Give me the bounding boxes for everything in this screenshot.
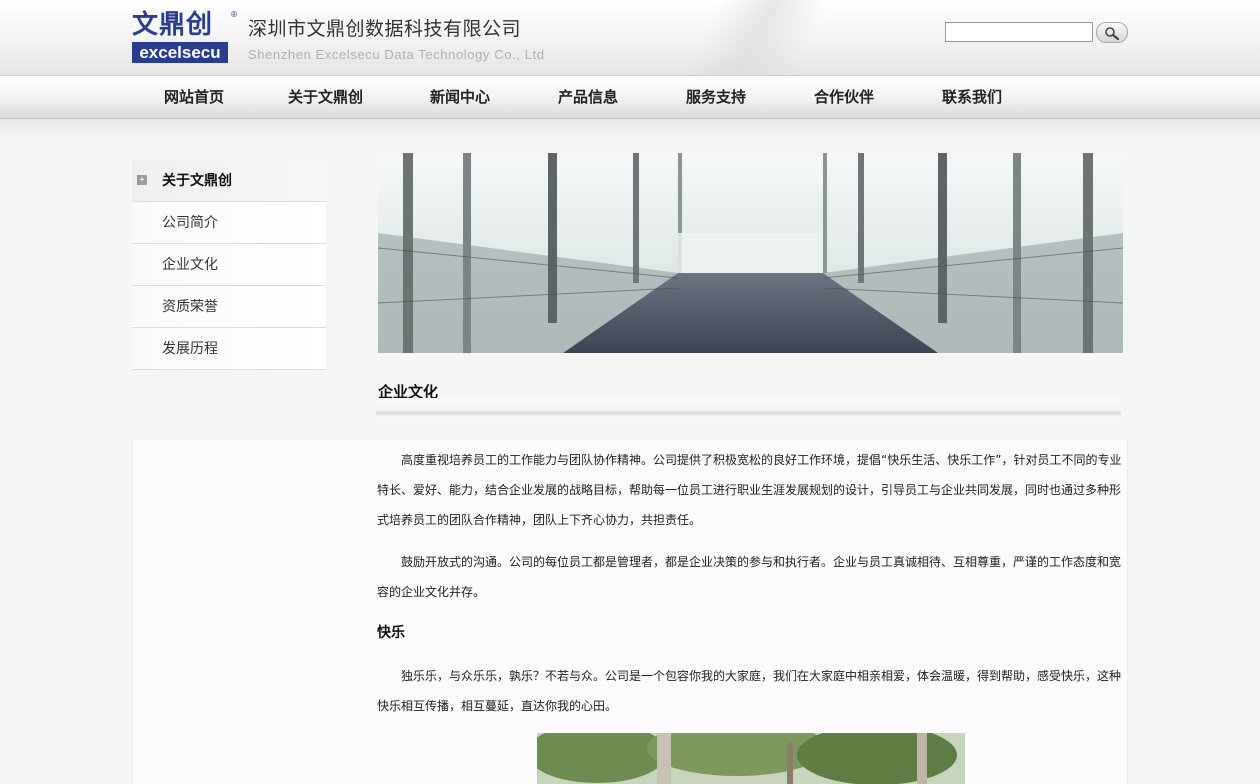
logo-english-text: excelsecu <box>132 42 228 63</box>
sidebar-item-profile[interactable]: 公司简介 <box>132 202 326 244</box>
nav-shadow <box>0 119 1260 139</box>
title-divider <box>376 398 1121 418</box>
nav-item-about[interactable]: 关于文鼎创 <box>288 76 363 118</box>
sidebar-header: + 关于文鼎创 <box>132 160 326 202</box>
sidebar-item-history[interactable]: 发展历程 <box>132 328 326 370</box>
company-name-en: Shenzhen Excelsecu Data Technology Co., … <box>248 47 545 62</box>
nav-item-products[interactable]: 产品信息 <box>558 76 618 118</box>
culture-paragraph-1: 高度重视培养员工的工作能力与团队协作精神。公司提供了积极宽松的良好工作环境，提倡… <box>377 453 1122 527</box>
plus-box-icon: + <box>137 175 147 185</box>
search-input[interactable] <box>945 22 1093 42</box>
main-navigation: 网站首页 关于文鼎创 新闻中心 产品信息 服务支持 合作伙伴 联系我们 <box>0 75 1260 119</box>
company-name-cn: 深圳市文鼎创数据科技有限公司 <box>248 18 522 40</box>
site-header: 文鼎创 ® excelsecu 深圳市文鼎创数据科技有限公司 Shenzhen … <box>0 0 1260 75</box>
sub-title-happy: 快乐 <box>377 625 405 641</box>
nav-item-home[interactable]: 网站首页 <box>164 76 224 118</box>
company-logo[interactable]: 文鼎创 ® excelsecu <box>132 10 238 64</box>
culture-paragraph-2: 鼓励开放式的沟通。公司的每位员工都是管理者，都是企业决策的参与和执行者。企业与员… <box>377 555 1122 599</box>
happy-paragraph: 独乐乐，与众乐乐，孰乐？不若与众。公司是一个包容你我的大家庭，我们在大家庭中相亲… <box>377 669 1122 713</box>
sidebar: + 关于文鼎创 公司简介 企业文化 资质荣誉 发展历程 <box>132 160 326 370</box>
search-button[interactable] <box>1096 22 1128 43</box>
header-decoration <box>620 0 920 75</box>
sidebar-title: 关于文鼎创 <box>162 173 232 189</box>
trees-illustration <box>537 733 965 784</box>
nav-item-partners[interactable]: 合作伙伴 <box>814 76 874 118</box>
nav-item-support[interactable]: 服务支持 <box>686 76 746 118</box>
banner-image <box>378 153 1123 353</box>
registered-mark-icon: ® <box>230 10 238 19</box>
team-photo <box>537 733 965 784</box>
sidebar-item-honors[interactable]: 资质荣誉 <box>132 286 326 328</box>
nav-item-news[interactable]: 新闻中心 <box>430 76 490 118</box>
magnifier-icon <box>1105 26 1120 40</box>
nav-item-contact[interactable]: 联系我们 <box>942 76 1002 118</box>
logo-chinese-text: 文鼎创 <box>132 10 214 40</box>
corridor-illustration <box>378 153 1123 353</box>
sidebar-item-culture[interactable]: 企业文化 <box>132 244 326 286</box>
